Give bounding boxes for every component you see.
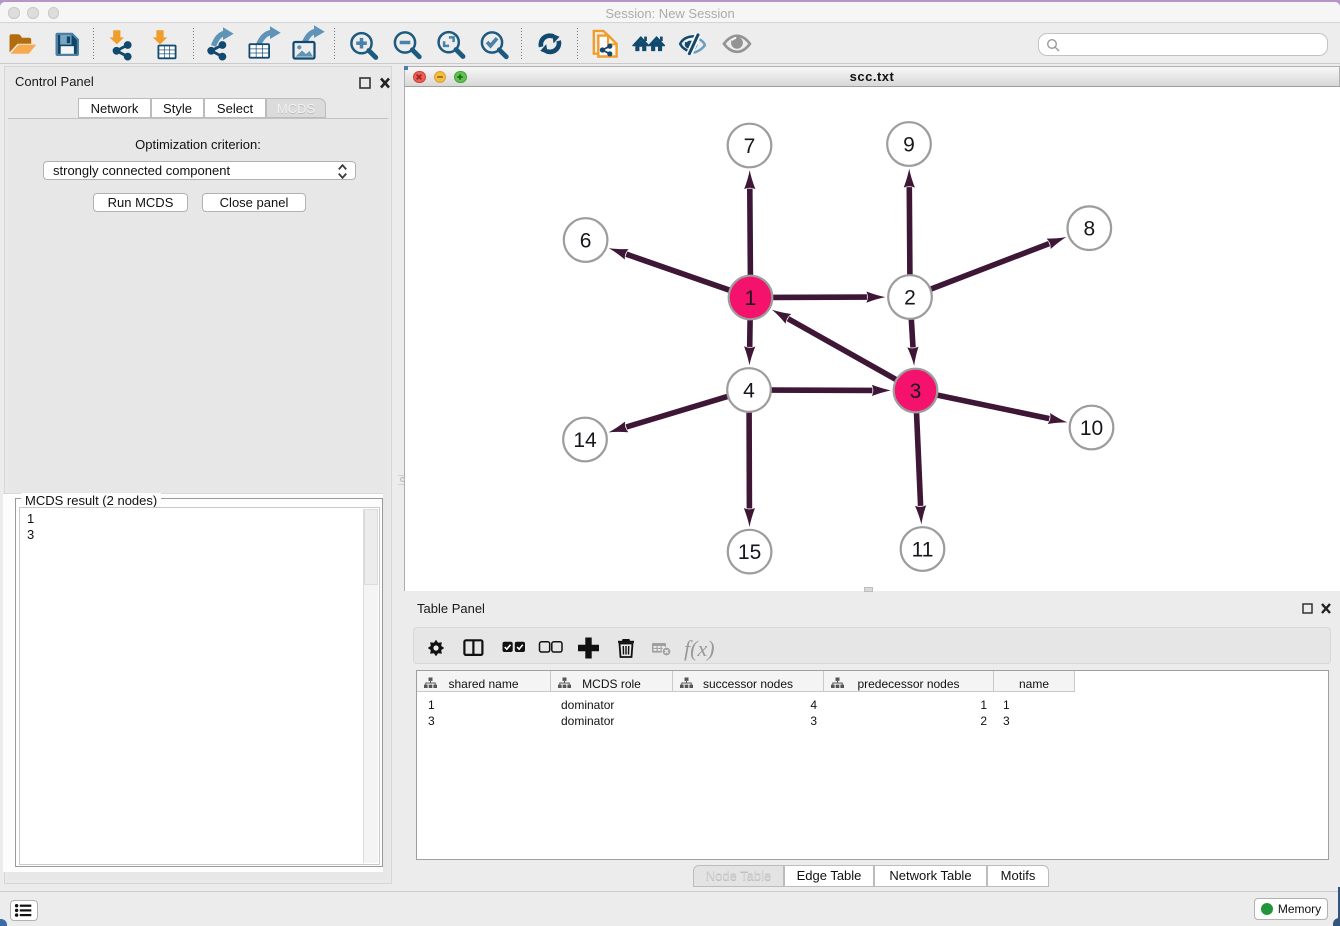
svg-text:9: 9	[903, 133, 915, 156]
svg-text:4: 4	[743, 379, 755, 402]
svg-text:15: 15	[738, 541, 761, 564]
svg-text:10: 10	[1080, 417, 1103, 440]
svg-text:1: 1	[745, 287, 757, 310]
svg-text:f(x): f(x)	[684, 636, 715, 661]
svg-text:11: 11	[912, 538, 934, 561]
svg-text:2: 2	[904, 286, 916, 309]
svg-text:6: 6	[580, 229, 592, 252]
svg-text:8: 8	[1083, 218, 1095, 241]
svg-text:7: 7	[744, 135, 756, 158]
svg-text:3: 3	[910, 380, 922, 403]
svg-text:14: 14	[573, 429, 597, 452]
